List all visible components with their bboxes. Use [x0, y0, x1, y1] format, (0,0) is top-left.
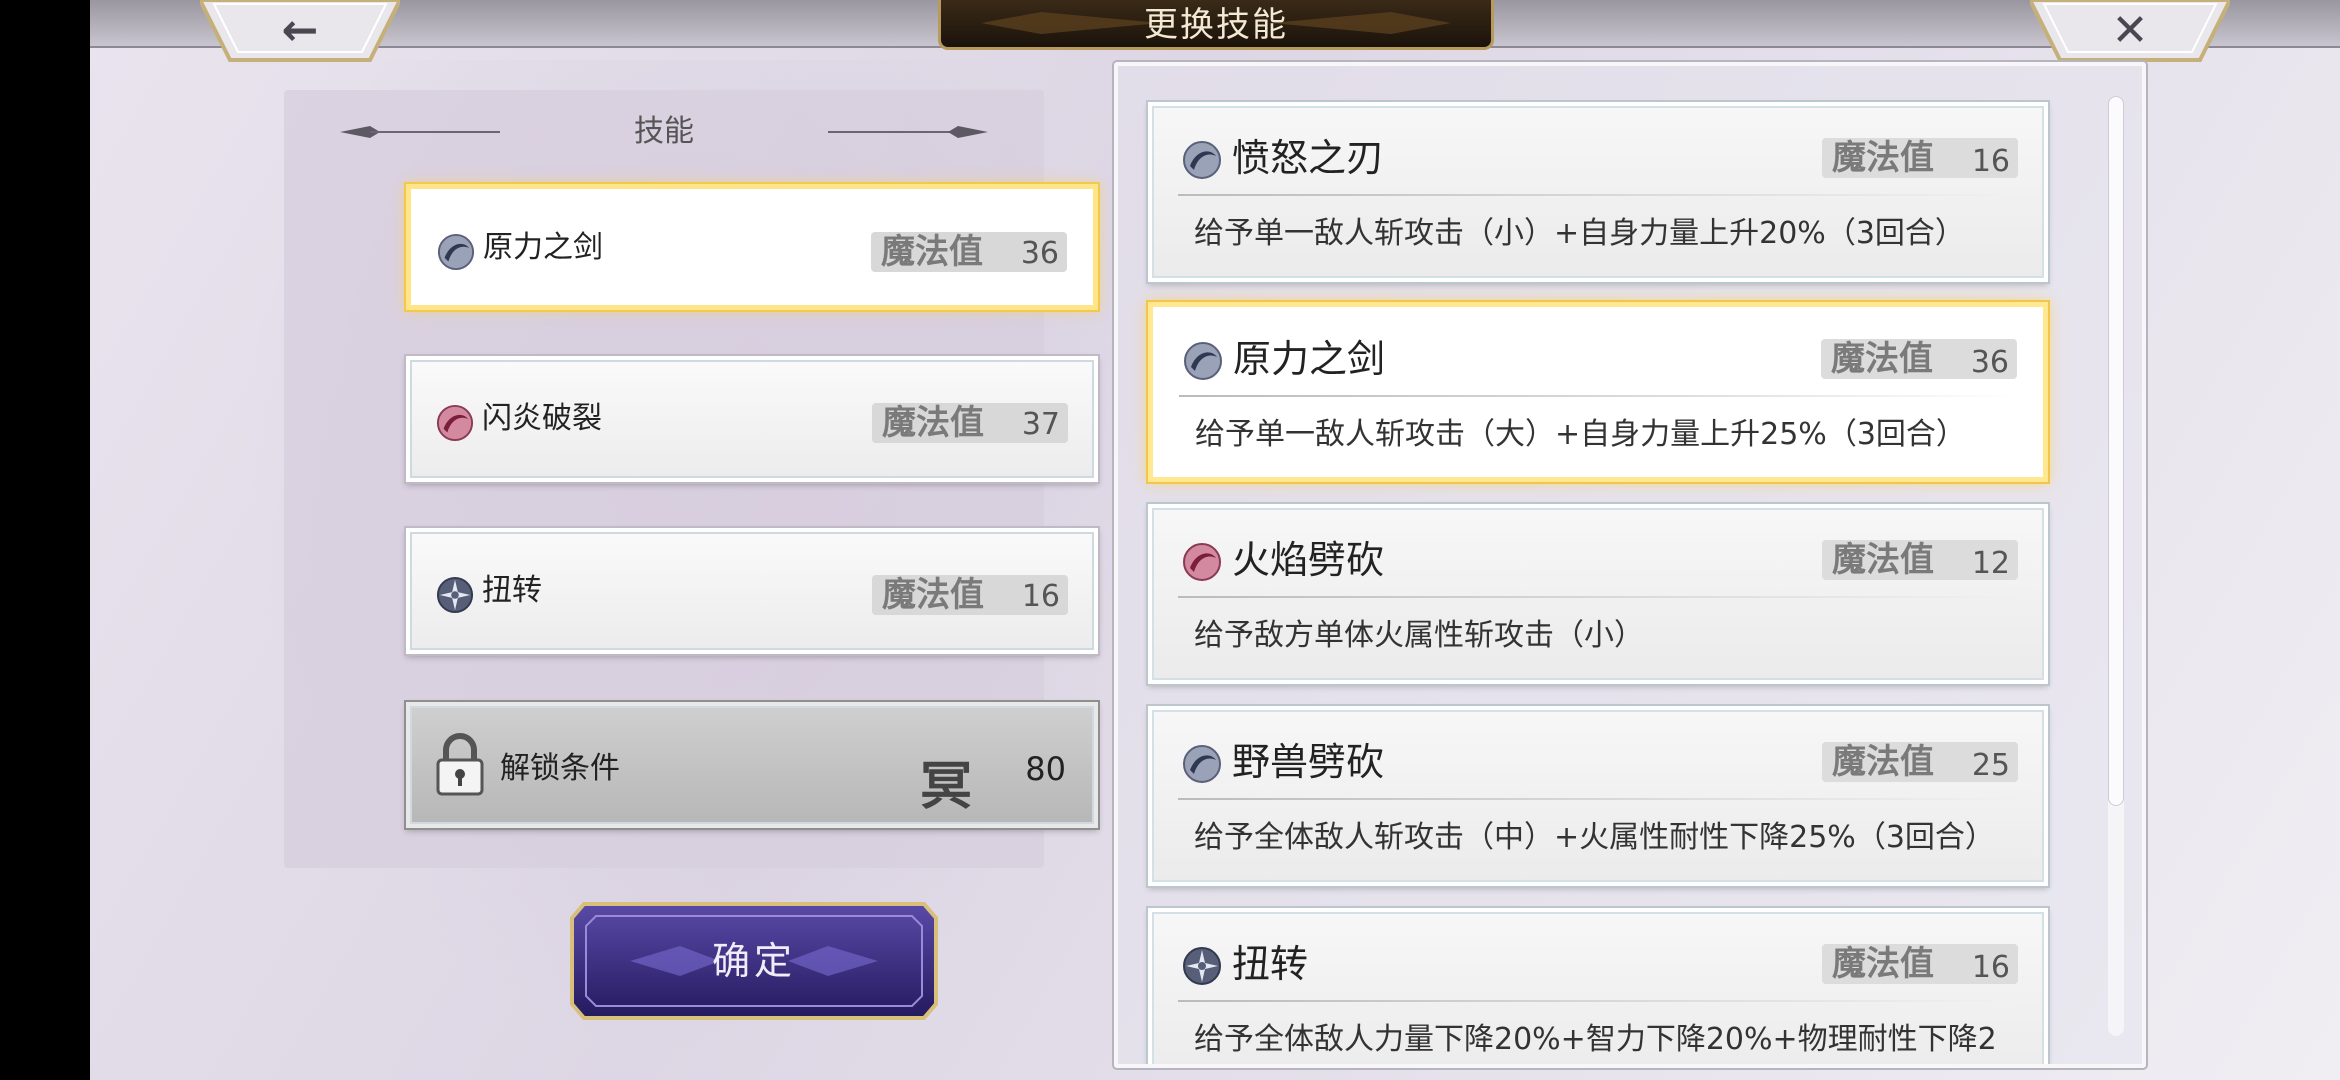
panel-header: 技能 — [284, 110, 1044, 154]
blue-orb-icon — [1183, 141, 1221, 179]
red-orb-icon — [436, 404, 474, 442]
lock-icon — [436, 733, 484, 796]
unlock-condition-label: 解锁条件 — [500, 751, 620, 786]
locked-skill-slot[interactable]: 解锁条件 冥 80 — [404, 700, 1100, 830]
mana-value: 37 — [1021, 407, 1060, 442]
skill-slot-2[interactable]: 闪炎破裂 魔法值 37 — [404, 354, 1100, 484]
mana-value: 25 — [1971, 748, 2010, 783]
skill-card[interactable]: 火焰劈砍 魔法值 12 给予敌方单体火属性斩攻击（小） — [1146, 502, 2050, 686]
mana-cost-box: 魔法值 16 — [1822, 944, 2018, 985]
skill-card[interactable]: 愤怒之刃 魔法值 16 给予单一敌人斩攻击（小）+自身力量上升20%（3回合） — [1146, 100, 2050, 284]
confirm-label: 确定 — [711, 939, 796, 983]
skill-description: 给予单一敌人斩攻击（小）+自身力量上升20%（3回合） — [1194, 216, 1965, 251]
mana-label: 魔法值 — [1832, 944, 1934, 984]
skill-description: 给予全体敌人力量下降20%+智力下降20%+物理耐性下降2 — [1194, 1022, 1997, 1057]
skill-card[interactable]: 扭转 魔法值 16 给予全体敌人力量下降20%+智力下降20%+物理耐性下降2 — [1146, 906, 2050, 1064]
skill-description: 给予单一敌人斩攻击（大）+自身力量上升25%（3回合） — [1195, 417, 1966, 452]
skill-slot-name: 闪炎破裂 — [482, 401, 602, 436]
scrollbar-thumb[interactable] — [2108, 96, 2124, 806]
close-icon: ✕ — [2111, 5, 2149, 56]
mana-value: 36 — [1970, 345, 2009, 380]
mana-label: 魔法值 — [1832, 742, 1934, 782]
mana-label: 魔法值 — [882, 403, 984, 443]
scrollbar[interactable] — [2108, 96, 2124, 1036]
mana-cost-box: 魔法值 36 — [1821, 339, 2017, 380]
mana-cost-box: 魔法值 25 — [1822, 742, 2018, 783]
mana-value: 36 — [1020, 236, 1059, 271]
skill-card[interactable]: 野兽劈砍 魔法值 25 给予全体敌人斩攻击（中）+火属性耐性下降25%（3回合） — [1146, 704, 2050, 888]
skill-card[interactable]: 原力之剑 魔法值 36 给予单一敌人斩攻击（大）+自身力量上升25%（3回合） — [1146, 300, 2050, 484]
mana-value: 16 — [1971, 144, 2010, 179]
skill-description: 给予全体敌人斩攻击（中）+火属性耐性下降25%（3回合） — [1194, 820, 1995, 855]
skill-name: 火焰劈砍 — [1232, 538, 1385, 582]
card-divider — [1178, 1000, 2018, 1002]
star-orb-icon — [1183, 947, 1221, 985]
skill-name: 愤怒之刃 — [1232, 136, 1385, 180]
mana-value: 12 — [1971, 546, 2010, 581]
blue-orb-icon — [1184, 342, 1222, 380]
header-ornament-right-icon — [828, 126, 988, 138]
star-orb-icon — [436, 576, 474, 614]
mana-cost-box: 魔法值 16 — [1822, 138, 2018, 179]
mana-cost-box: 魔法值 16 — [872, 575, 1068, 615]
mana-value: 16 — [1971, 950, 2010, 985]
skill-name: 扭转 — [1232, 942, 1309, 986]
skill-name: 原力之剑 — [1233, 337, 1386, 381]
close-button[interactable]: ✕ — [2030, 0, 2230, 64]
game-screen: ← 更换技能 ✕ 技能 原力之剑 魔法值 36 闪炎破裂 魔法值 37 扭转 魔… — [90, 0, 2340, 1080]
card-divider — [1178, 798, 2018, 800]
skill-slot-name: 原力之剑 — [483, 230, 603, 265]
mana-label: 魔法值 — [1831, 339, 1933, 379]
mana-cost-box: 魔法值 36 — [871, 232, 1067, 272]
title-plate: 更换技能 — [938, 0, 1494, 50]
mana-label: 魔法值 — [882, 575, 984, 615]
skill-slot-3[interactable]: 扭转 魔法值 16 — [404, 526, 1100, 656]
red-orb-icon — [1183, 543, 1221, 581]
card-divider — [1179, 395, 2019, 397]
skill-description: 给予敌方单体火属性斩攻击（小） — [1194, 618, 1644, 653]
blue-orb-icon — [437, 233, 475, 271]
skill-name: 野兽劈砍 — [1232, 740, 1385, 784]
mana-label: 魔法值 — [881, 232, 983, 272]
mana-value: 16 — [1021, 579, 1060, 614]
mana-label: 魔法值 — [1832, 138, 1934, 178]
skill-list-frame: 愤怒之刃 魔法值 16 给予单一敌人斩攻击（小）+自身力量上升20%（3回合） … — [1112, 60, 2148, 1070]
skill-slot-1[interactable]: 原力之剑 魔法值 36 — [404, 182, 1100, 312]
page-title: 更换技能 — [1144, 5, 1288, 45]
rank-glyph: 冥 — [920, 757, 973, 817]
mana-cost-box: 魔法值 37 — [872, 403, 1068, 443]
blue-orb-icon — [1183, 745, 1221, 783]
card-divider — [1178, 596, 2018, 598]
back-button[interactable]: ← — [200, 0, 400, 64]
back-arrow-icon: ← — [281, 5, 319, 56]
unlock-level-value: 80 — [1025, 750, 1066, 788]
skill-slot-name: 扭转 — [482, 573, 542, 608]
mana-cost-box: 魔法值 12 — [1822, 540, 2018, 581]
card-divider — [1178, 194, 2018, 196]
confirm-button[interactable]: 确定 — [570, 902, 938, 1020]
mana-label: 魔法值 — [1832, 540, 1934, 580]
